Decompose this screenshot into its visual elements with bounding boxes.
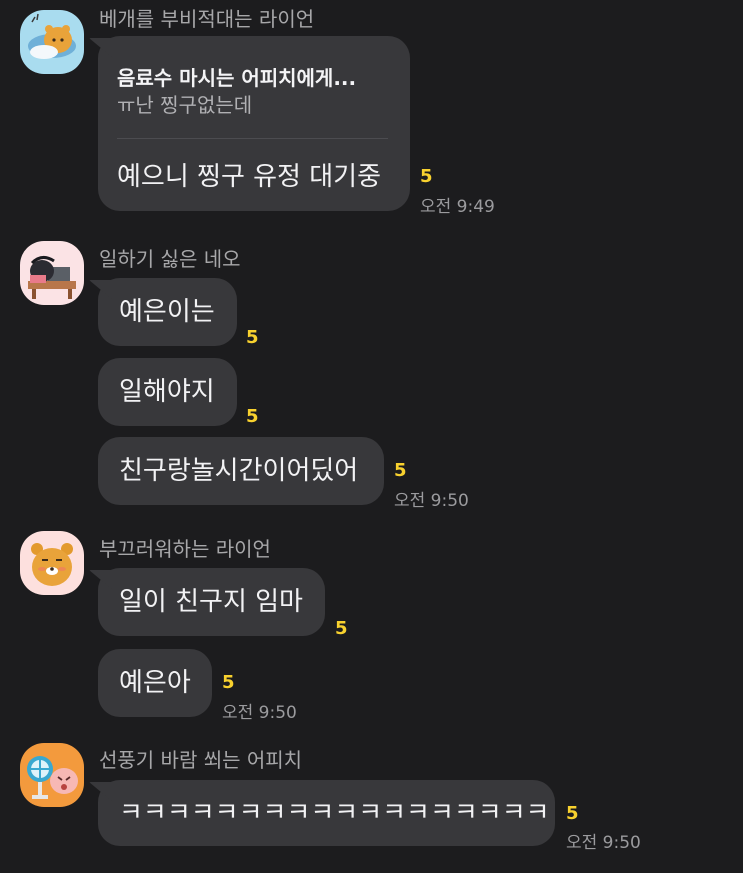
message-bubble[interactable]: 예은아 bbox=[98, 649, 212, 717]
message-time: 오전 9:49 bbox=[420, 197, 495, 217]
message-bubble[interactable]: 예은이는 bbox=[98, 278, 237, 346]
sender-name: 선풍기 바람 쐬는 어피치 bbox=[99, 748, 303, 772]
message-bubble[interactable]: ㅋㅋㅋㅋㅋㅋㅋㅋㅋㅋㅋㅋㅋㅋㅋㅋㅋㅋ bbox=[98, 780, 555, 846]
ryan-pillow-sticker-icon[interactable] bbox=[20, 10, 84, 74]
message-text: 예은이는 bbox=[119, 297, 215, 327]
sender-name: 부끄러워하는 라이언 bbox=[99, 537, 271, 561]
unread-count: 5 bbox=[246, 406, 259, 427]
message-bubble[interactable]: 일해야지 bbox=[98, 358, 237, 426]
unread-count: 5 bbox=[335, 618, 348, 639]
reply-divider bbox=[117, 138, 388, 139]
apeach-fan-sticker-icon[interactable] bbox=[20, 743, 84, 807]
neo-desk-sticker-icon[interactable] bbox=[20, 241, 84, 305]
message-time: 오전 9:50 bbox=[394, 491, 469, 511]
message-text: 일해야지 bbox=[119, 377, 215, 407]
message-text: 친구랑놀시간이어딨어 bbox=[119, 456, 359, 486]
message-bubble[interactable]: 일이 친구지 임마 bbox=[98, 568, 325, 636]
message-bubble[interactable]: 친구랑놀시간이어딨어 bbox=[98, 437, 384, 505]
unread-count: 5 bbox=[394, 460, 407, 481]
unread-count: 5 bbox=[246, 327, 259, 348]
unread-count: 5 bbox=[420, 166, 433, 187]
sender-name: 베개를 부비적대는 라이언 bbox=[99, 7, 315, 31]
sender-name: 일하기 싫은 네오 bbox=[99, 247, 241, 271]
message-text: ㅋㅋㅋㅋㅋㅋㅋㅋㅋㅋㅋㅋㅋㅋㅋㅋㅋㅋ bbox=[119, 798, 550, 828]
reply-message-bubble[interactable]: 음료수 마시는 어피치에게... ㅠ난 찡구없는데 예으니 찡구 유정 대기중 bbox=[98, 36, 410, 211]
quoted-reply-text: ㅠ난 찡구없는데 bbox=[117, 93, 253, 117]
unread-count: 5 bbox=[222, 672, 235, 693]
message-text: 예은아 bbox=[119, 668, 191, 698]
message-text: 일이 친구지 임마 bbox=[119, 587, 303, 617]
quoted-reply-title: 음료수 마시는 어피치에게... bbox=[117, 66, 357, 90]
shy-ryan-sticker-icon[interactable] bbox=[20, 531, 84, 595]
message-text: 예으니 찡구 유정 대기중 bbox=[117, 162, 381, 192]
message-time: 오전 9:50 bbox=[222, 703, 297, 723]
message-time: 오전 9:50 bbox=[566, 833, 641, 853]
unread-count: 5 bbox=[566, 803, 579, 824]
